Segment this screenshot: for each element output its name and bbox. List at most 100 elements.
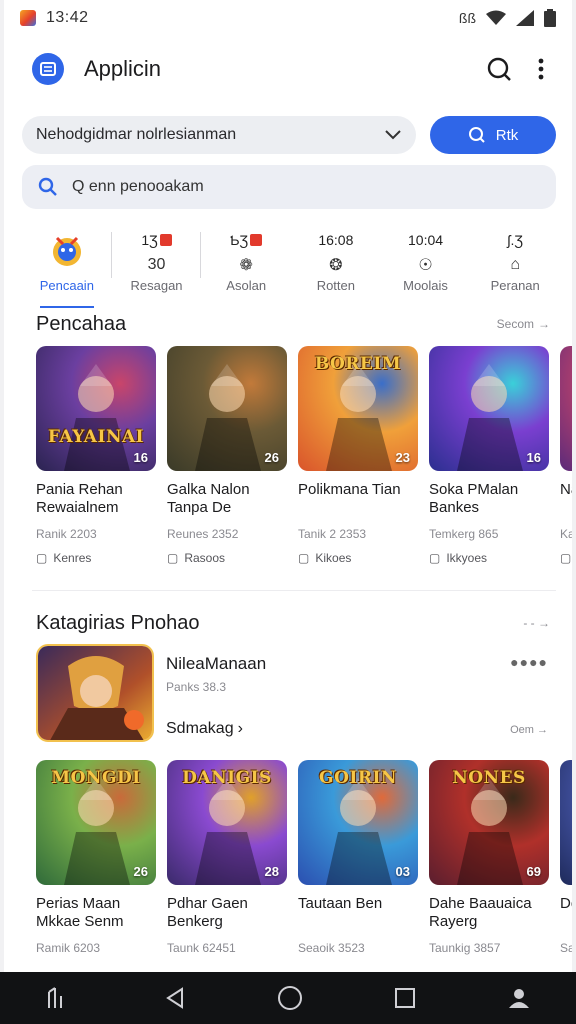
- game-card[interactable]: 16 Soka PMalan Bankes Temkerg 865 ▢ Ikkyoes: [429, 346, 549, 565]
- section-header: Katagirias Pnohao - - →: [4, 608, 572, 638]
- game-title: Pania Rehan Rewaialnem: [36, 481, 123, 516]
- game-title: Perias Maan Mkkae Senm: [36, 895, 124, 930]
- filter-button-label: Rtk: [495, 126, 519, 144]
- game-controller-icon: [52, 236, 81, 266]
- game-carousel: FAYAINAI 16 Pania Rehan Rewaialnem Ranik 22…: [36, 346, 572, 565]
- featured-link[interactable]: Sdmakag ›: [166, 720, 243, 738]
- game-card[interactable]: NONES 69 Dahe Baauaica Rayerg Taunkig 3857: [429, 760, 549, 955]
- game-title: Dahe Baauaica Rayerg: [429, 895, 532, 930]
- rating-badge: 16: [526, 450, 541, 465]
- app-screen: 13:42 ßß Applicin Nehodgidmar nolrlesian…: [4, 0, 572, 1024]
- game-meta: Taunk 62451: [167, 941, 236, 955]
- rating-badge: 26: [133, 864, 148, 879]
- tab-pencaain[interactable]: Pencaain: [22, 226, 112, 308]
- tab-moolais[interactable]: 10:04 ☉ Moolais: [381, 226, 471, 302]
- game-tag-label: Kikoes: [315, 551, 352, 565]
- flag-icon: [159, 234, 172, 246]
- featured-thumbnail: [36, 644, 154, 742]
- filter-icon: [468, 127, 485, 143]
- game-card[interactable]: FAYAINAI 16 Pania Rehan Rewaialnem Ranik 22…: [36, 346, 156, 565]
- search-icon: [38, 177, 57, 196]
- account-icon[interactable]: [507, 986, 531, 1010]
- game-card[interactable]: MONGDI 26 Perias Maan Mkkae Senm Ramik 6203: [36, 760, 156, 955]
- featured-link-label: Sdmakag: [166, 720, 234, 737]
- game-title: Pdhar Gaen Benkerg: [167, 895, 248, 930]
- flag-icon: [250, 234, 263, 246]
- game-tag-label: Kenres: [53, 551, 92, 565]
- game-card[interactable]: DANIGIS 28 Pdhar Gaen Benkerg Taunk 62451: [167, 760, 287, 955]
- game-art-icon: [560, 346, 572, 471]
- featured-title: NileaManaan: [166, 654, 267, 673]
- hero-art-icon: [38, 646, 152, 740]
- back-icon[interactable]: [164, 987, 186, 1009]
- game-tag: ▢ Kenres: [36, 551, 156, 565]
- game-art-title: NONES: [452, 768, 526, 788]
- game-title: Polikmana Tian: [298, 481, 401, 498]
- dropdown-value: Nehodgidmar nolrlesianman: [36, 126, 237, 143]
- game-thumbnail: DANIGIS 28: [167, 760, 287, 885]
- section-header: Pencahaa Secom →: [4, 310, 572, 338]
- app-logo[interactable]: [32, 53, 64, 85]
- game-carousel: MONGDI 26 Perias Maan Mkkae Senm Ramik 6203…: [36, 760, 572, 955]
- featured-game[interactable]: NileaManaan Panks 38.3 Sdmakag › ●●●● Oem…: [36, 644, 552, 744]
- search-icon[interactable]: [486, 56, 512, 82]
- game-art-title: BOREIM: [314, 354, 402, 374]
- tab-asolan[interactable]: ƄƷ ❁ Asolan: [201, 226, 291, 302]
- tab-label: Pencaain: [39, 278, 94, 293]
- game-title: Dex Pah: [560, 895, 572, 912]
- game-thumbnail: MONGDI 26: [36, 760, 156, 885]
- tab-top: 10:04: [408, 232, 444, 248]
- game-thumbnail: 26: [167, 346, 287, 471]
- game-thumbnail: GOIRIN 03: [298, 760, 418, 885]
- tag-icon: ▢: [36, 551, 48, 565]
- page-title: Applicin: [84, 56, 162, 81]
- game-thumbnail: FAYAINAI 16: [36, 346, 156, 471]
- game-meta: Tanik 2 2353: [298, 527, 367, 541]
- filter-button[interactable]: Rtk: [430, 116, 556, 154]
- game-tag: ▢ Rasoos: [167, 551, 287, 565]
- more-vertical-icon[interactable]: [538, 58, 544, 80]
- game-card[interactable]: Nar Dat Kal ▢Pe: [560, 346, 572, 565]
- overview-icon[interactable]: [394, 987, 416, 1009]
- see-more-link[interactable]: - - →: [523, 616, 550, 630]
- tab-label: Peranan: [490, 278, 540, 293]
- recents-apps-icon[interactable]: [45, 986, 73, 1010]
- chevron-down-icon: [385, 130, 401, 140]
- home-icon[interactable]: [277, 985, 303, 1011]
- game-card[interactable]: GOIRIN 03 Tautaan Ben Seaoik 3523: [298, 760, 418, 955]
- game-meta: Ramik 6203: [36, 941, 101, 955]
- tab-rotten[interactable]: 16:08 ❂ Rotten: [291, 226, 381, 302]
- tab-top: ƄƷ: [230, 232, 249, 248]
- tab-icon: ⌂: [510, 256, 521, 273]
- game-tag: ▢ Kikoes: [298, 551, 418, 565]
- wifi-icon: [486, 10, 506, 25]
- game-thumbnail: [560, 760, 572, 885]
- tab-icon: ❁: [239, 257, 253, 274]
- game-meta: Sal: [560, 941, 572, 955]
- game-card[interactable]: 26 Galka Nalon Tanpa De Reunes 2352 ▢ Rasoos: [167, 346, 287, 565]
- section-title: Pencahaa: [36, 312, 127, 335]
- rating-badge: 03: [395, 864, 410, 879]
- rating-badge: 16: [133, 450, 148, 465]
- tab-resagan[interactable]: 1Ʒ 30 Resagan: [112, 226, 202, 302]
- game-tag: ▢Pe: [560, 551, 572, 565]
- featured-more[interactable]: Oem →: [510, 724, 548, 736]
- game-card[interactable]: BOREIM 23 Polikmana Tian Tanik 2 2353 ▢ Kikoe…: [298, 346, 418, 565]
- tag-icon: ▢: [167, 551, 179, 565]
- more-horizontal-icon[interactable]: ●●●●: [510, 654, 548, 670]
- search-bar[interactable]: Q enn penooakam: [22, 165, 556, 209]
- tab-peranan[interactable]: ʃ.Ʒ ⌂ Peranan: [470, 226, 560, 302]
- game-thumbnail: [560, 346, 572, 471]
- category-dropdown[interactable]: Nehodgidmar nolrlesianman: [22, 116, 416, 154]
- see-more-link[interactable]: Secom →: [497, 317, 550, 331]
- game-card[interactable]: Dex Pah Sal: [560, 760, 572, 955]
- featured-meta: Panks 38.3: [166, 680, 227, 694]
- tab-top: ʃ.Ʒ: [507, 232, 523, 248]
- game-meta: Seaoik 3523: [298, 941, 365, 955]
- game-art-title: FAYAINAI: [47, 427, 145, 447]
- notification-app-icon: [20, 10, 36, 26]
- tab-label: Resagan: [130, 278, 183, 293]
- tag-icon: ▢: [429, 551, 441, 565]
- game-meta: Ranik 2203: [36, 527, 97, 541]
- tab-icon: ☉: [418, 257, 433, 274]
